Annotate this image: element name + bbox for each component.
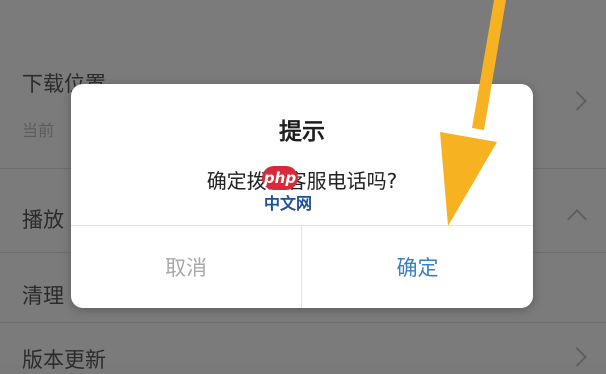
- chevron-up-icon: [567, 209, 587, 229]
- chevron-right-icon: [567, 91, 587, 111]
- settings-item-version-update: 版本更新: [22, 348, 106, 372]
- php-cn-watermark-logo: php 中文网: [262, 166, 340, 213]
- watermark-badge: php: [262, 166, 298, 190]
- settings-item-cleanup: 清理: [22, 284, 64, 308]
- confirm-button[interactable]: 确定: [302, 226, 533, 308]
- settings-item-download-path: 当前: [22, 121, 55, 140]
- divider: [0, 322, 606, 323]
- watermark-text: 中文网: [264, 194, 313, 213]
- settings-item-playback: 播放: [22, 208, 64, 232]
- dialog-title: 提示: [279, 119, 325, 145]
- chevron-right-icon: [567, 347, 587, 367]
- cancel-button[interactable]: 取消: [71, 226, 301, 308]
